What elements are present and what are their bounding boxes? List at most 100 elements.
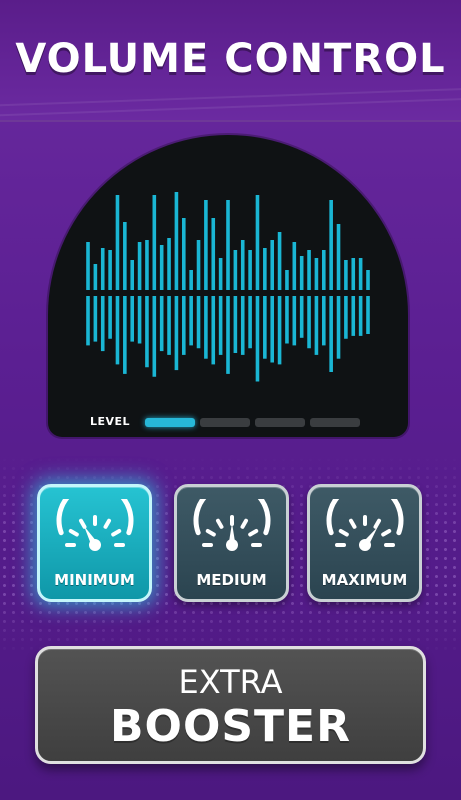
- waveform-bar-down: [336, 296, 341, 359]
- waveform-bar-down: [292, 296, 297, 346]
- minimum-mode-label: MINIMUM: [54, 571, 135, 589]
- gauge-tick: [338, 529, 349, 537]
- waveform-bar-down: [218, 296, 223, 355]
- waveform-bar-up: [152, 195, 157, 290]
- gauge-tick: [349, 518, 357, 529]
- waveform-bar-down: [248, 296, 252, 349]
- waveform-bar-down: [321, 296, 326, 346]
- gauge-hub: [89, 539, 101, 551]
- gauge-tick: [103, 518, 111, 529]
- gauge-tick: [381, 529, 392, 537]
- waveform-bar-down: [145, 296, 149, 368]
- waveform-bar-up: [307, 250, 311, 290]
- waveform-bar-up: [299, 256, 304, 290]
- waveform-bar-down: [314, 296, 319, 355]
- waveform-bar-down: [196, 296, 201, 349]
- waveform-bar-down: [189, 296, 193, 346]
- waveform-bar-up: [167, 238, 171, 290]
- level-segment: [200, 418, 250, 427]
- gauge-icon: [326, 499, 404, 551]
- waveform-bar-down: [240, 296, 245, 355]
- header-bar: VOLUME CONTROL: [0, 0, 461, 122]
- waveform-bar-up: [255, 195, 260, 290]
- minimum-mode-button[interactable]: MINIMUM: [37, 484, 152, 602]
- level-label: LEVEL: [90, 415, 131, 428]
- waveform-bar-down: [174, 296, 179, 371]
- waveform-bar-down: [255, 296, 260, 382]
- gauge-icon: [193, 499, 271, 551]
- waveform-bar-down: [285, 296, 289, 344]
- waveform-bar-up: [285, 270, 289, 290]
- waveform-bar-down: [93, 296, 98, 342]
- waveform-bar-up: [145, 240, 149, 290]
- waveform-bar-up: [123, 222, 127, 290]
- waveform-bar-down: [344, 296, 348, 339]
- waveform-bar-up: [292, 242, 297, 290]
- waveform-bar-down: [233, 296, 238, 353]
- waveform-bar-up: [233, 250, 238, 290]
- waveform-bar-up: [130, 260, 135, 290]
- waveform-bar-down: [108, 296, 112, 339]
- booster-line1: EXTRA: [178, 663, 283, 701]
- waveform-bar-up: [204, 200, 208, 290]
- waveform-bar-down: [115, 296, 120, 365]
- waveform-bar-down: [167, 296, 171, 355]
- gauge-tick: [248, 529, 259, 537]
- waveform-bar-down: [137, 296, 142, 344]
- waveform-bar-down: [204, 296, 208, 359]
- extra-booster-button[interactable]: EXTRA BOOSTER: [35, 646, 426, 764]
- waveform-bar-down: [226, 296, 230, 374]
- booster-line2: BOOSTER: [110, 701, 351, 752]
- waveform-bar-up: [270, 240, 275, 290]
- waveform-bar-down: [211, 296, 216, 365]
- gauge-hub: [226, 539, 238, 551]
- gauge-tick: [240, 518, 248, 529]
- level-segment: [145, 418, 195, 427]
- waveform-bar-up: [137, 242, 142, 290]
- waveform-bar-up: [211, 218, 216, 290]
- waveform-bar-down: [299, 296, 304, 338]
- waveform-bar-up: [100, 248, 105, 290]
- waveform-bar-down: [366, 296, 370, 334]
- waveform-bar-down: [277, 296, 282, 365]
- waveform-bar-up: [115, 195, 120, 290]
- gauge-tick: [68, 529, 79, 537]
- waveform-bar-up: [351, 258, 356, 290]
- waveform-bar-up: [248, 250, 252, 290]
- gauge-tick: [373, 518, 381, 529]
- waveform-bar-up: [93, 264, 98, 290]
- waveform-bar-down: [329, 296, 333, 372]
- waveform-bar-down: [307, 296, 311, 349]
- maximum-mode-label: MAXIMUM: [321, 571, 408, 589]
- gauge-icon: [56, 499, 134, 551]
- waveform-bar-up: [240, 240, 245, 290]
- waveform-bar-up: [263, 248, 267, 290]
- page-title: VOLUME CONTROL: [15, 36, 446, 82]
- waveform-bar-down: [351, 296, 356, 336]
- waveform-bar-up: [358, 258, 363, 290]
- waveform-bar-up: [226, 200, 230, 290]
- waveform-bar-down: [358, 296, 363, 336]
- medium-mode-label: MEDIUM: [196, 571, 267, 589]
- waveform-bar-down: [100, 296, 105, 352]
- waveform-bars: [86, 192, 370, 382]
- medium-mode-button[interactable]: MEDIUM: [174, 484, 289, 602]
- level-segment: [255, 418, 305, 427]
- waveform-bar-up: [108, 250, 112, 290]
- waveform-bar-up: [314, 258, 319, 290]
- waveform-bar-up: [86, 242, 90, 290]
- waveform-bar-down: [86, 296, 90, 346]
- waveform-bar-down: [159, 296, 164, 352]
- gauge-tick: [216, 518, 224, 529]
- waveform-bar-up: [218, 258, 223, 290]
- waveform-bar-up: [196, 240, 201, 290]
- waveform-bar-down: [130, 296, 135, 342]
- waveform-bar-up: [181, 218, 186, 290]
- waveform-bar-up: [336, 224, 341, 290]
- gauge-tick: [205, 529, 216, 537]
- maximum-mode-button[interactable]: MAXIMUM: [307, 484, 422, 602]
- waveform-bar-down: [270, 296, 275, 363]
- gauge-hub: [359, 539, 371, 551]
- audio-visualizer: LEVEL: [48, 135, 408, 437]
- waveform-bar-down: [152, 296, 157, 377]
